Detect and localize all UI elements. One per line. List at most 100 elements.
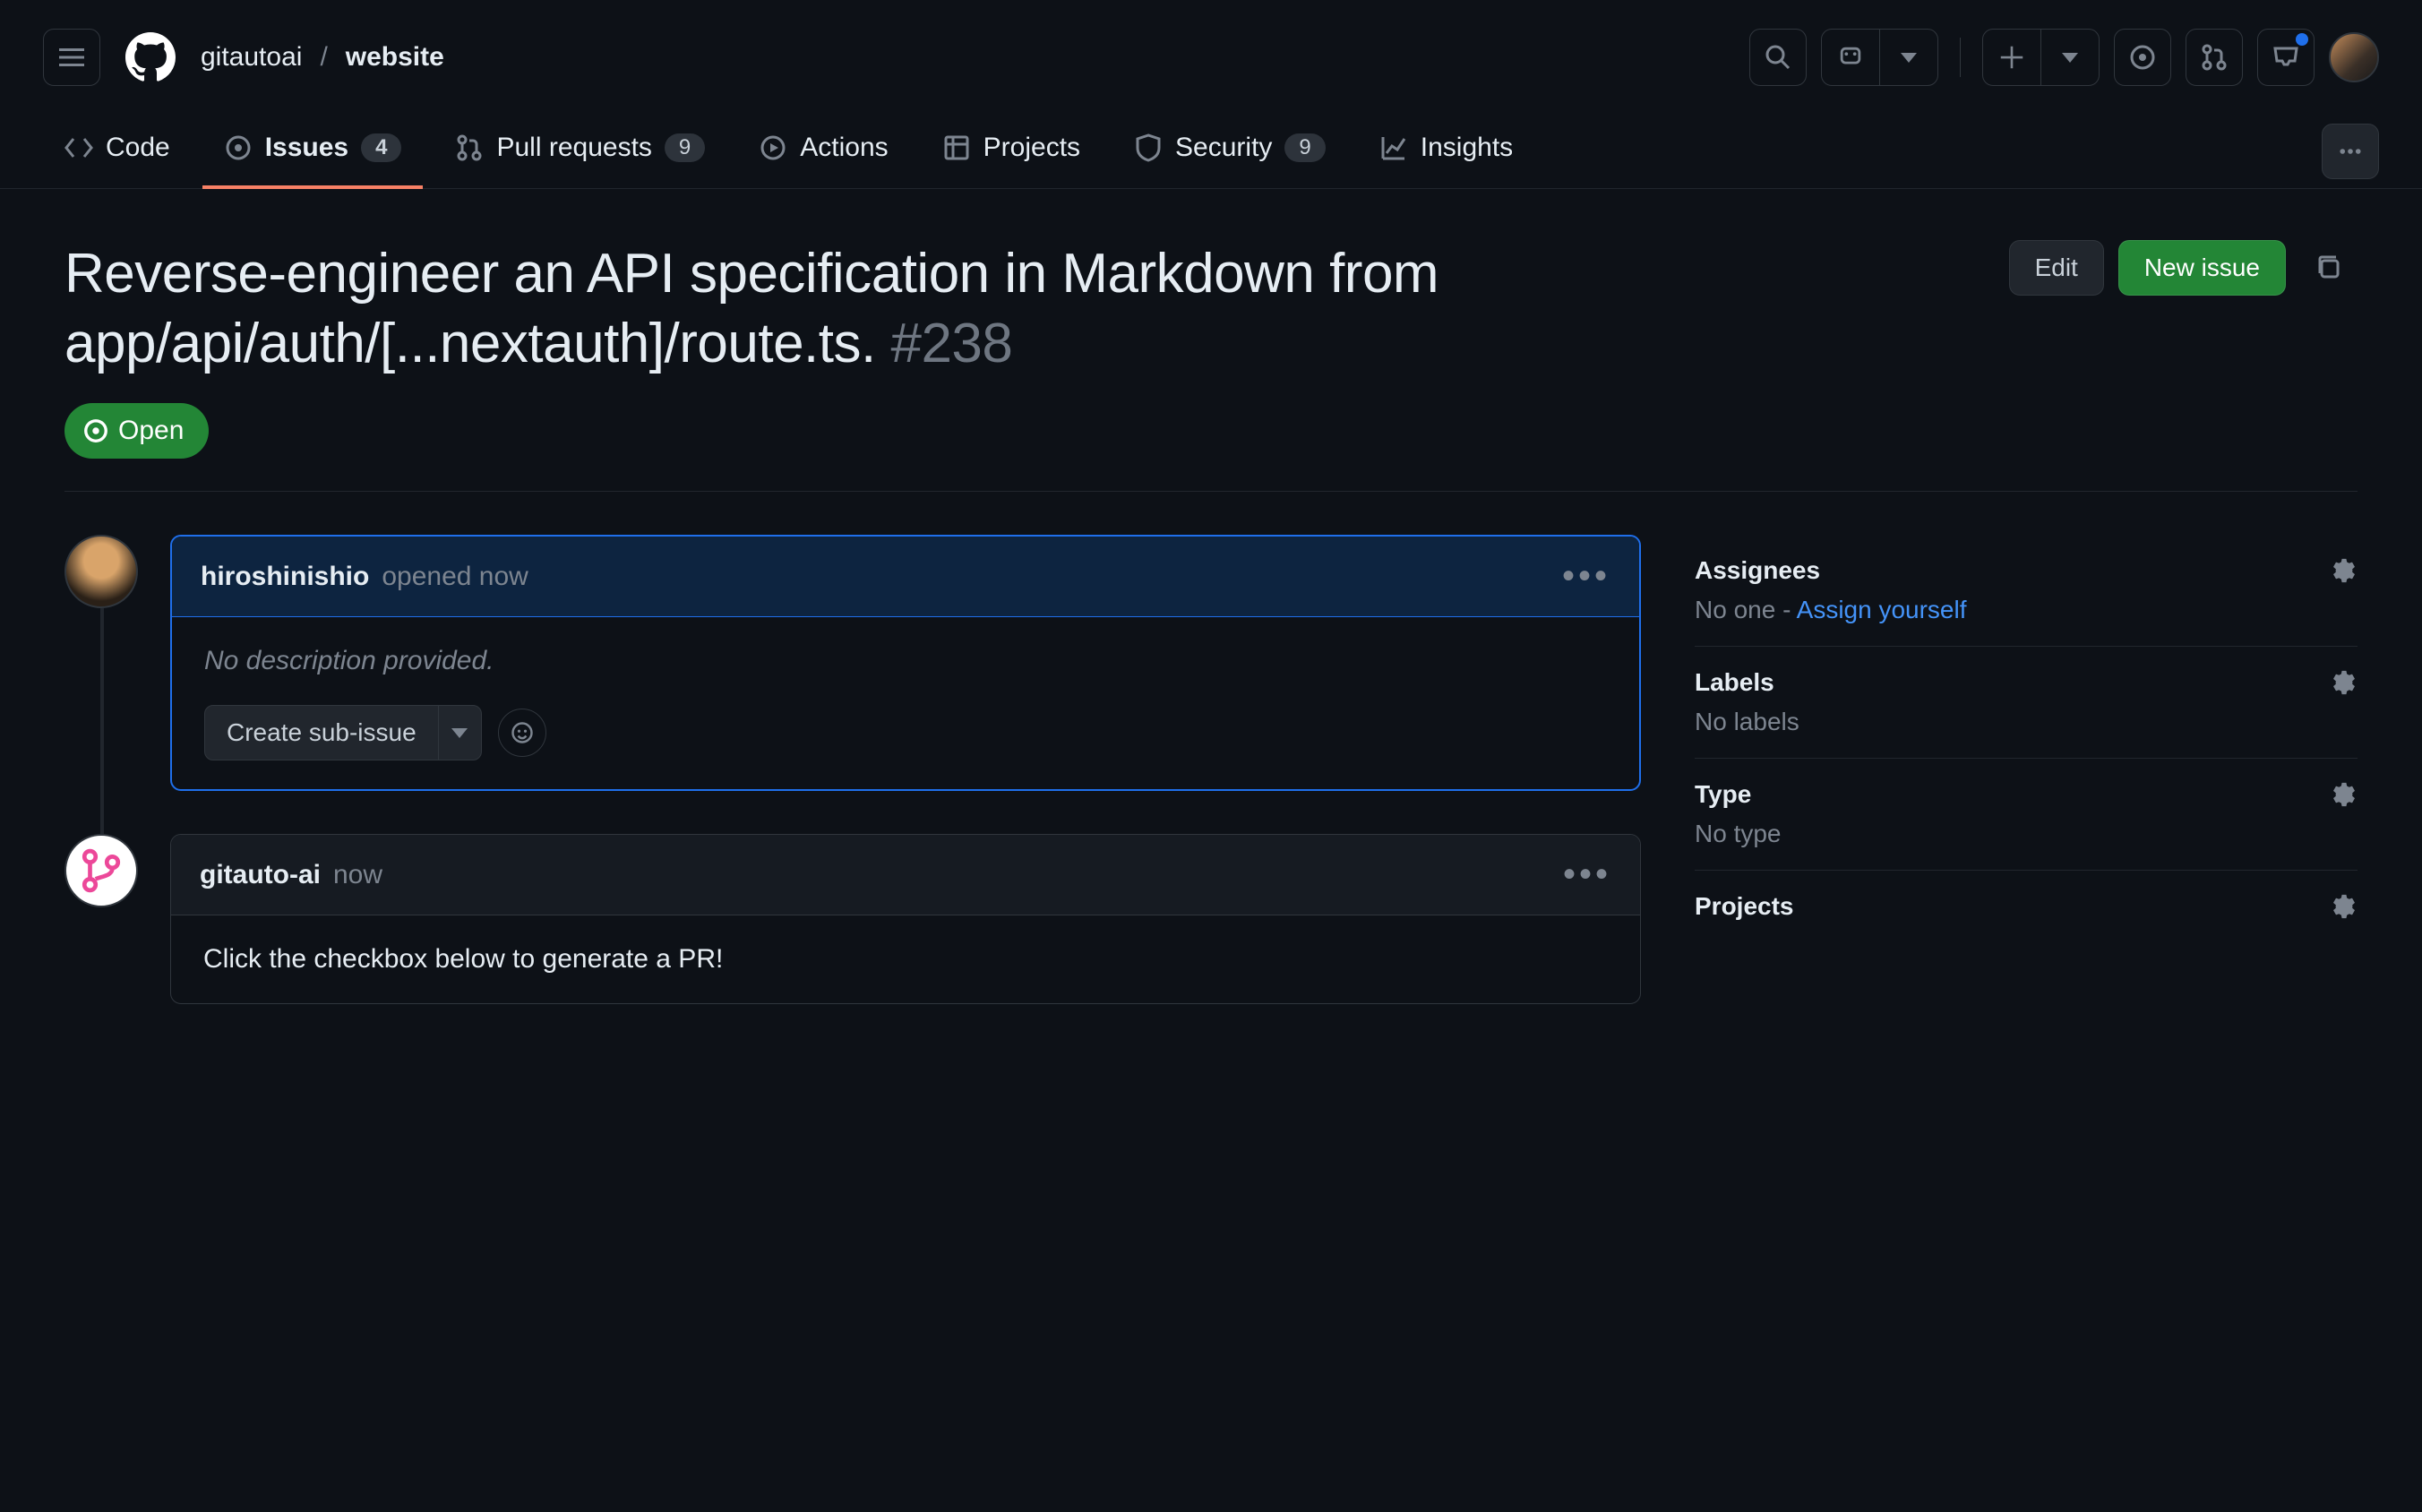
nav-security[interactable]: Security 9 (1112, 115, 1347, 188)
nav-insights-label: Insights (1421, 133, 1513, 163)
sidebar-projects: Projects (1695, 871, 2358, 953)
comment-author[interactable]: hiroshinishio (201, 562, 369, 592)
copilot-icon (1837, 44, 1864, 71)
copilot-button-group[interactable] (1821, 29, 1938, 86)
issue-state-badge: Open (64, 403, 209, 459)
hamburger-menu-button[interactable] (43, 29, 100, 86)
plus-icon (1999, 45, 2024, 70)
create-new-button-group[interactable] (1982, 29, 2100, 86)
nav-overflow-button[interactable] (2322, 124, 2379, 179)
sidebar-assignees: Assignees No one - Assign yourself (1695, 535, 2358, 647)
chevron-down-icon (1901, 53, 1917, 63)
comment-footer: Create sub-issue (172, 705, 1639, 789)
copilot-button[interactable] (1822, 30, 1879, 85)
sidebar-labels-text: No labels (1695, 708, 2358, 736)
edit-button[interactable]: Edit (2009, 240, 2104, 296)
comment-actions-menu[interactable]: ••• (1563, 855, 1611, 895)
play-icon (759, 133, 787, 162)
new-issue-button[interactable]: New issue (2118, 240, 2286, 296)
comment-1: hiroshinishio opened now ••• No descript… (64, 535, 1641, 791)
issue-state-label: Open (118, 416, 184, 446)
gear-icon[interactable] (2331, 669, 2358, 696)
create-new-dropdown[interactable] (2041, 30, 2099, 85)
nav-security-label: Security (1175, 133, 1272, 163)
smiley-icon (510, 720, 535, 745)
code-icon (64, 133, 93, 162)
chevron-down-icon (2062, 53, 2078, 63)
nav-pull-requests[interactable]: Pull requests 9 (434, 115, 726, 188)
comment-card: hiroshinishio opened now ••• No descript… (170, 535, 1641, 791)
github-mark-icon (125, 32, 176, 82)
create-new-button[interactable] (1983, 30, 2040, 85)
assign-yourself-link[interactable]: Assign yourself (1797, 596, 1967, 623)
create-sub-issue-dropdown[interactable] (438, 706, 481, 760)
hamburger-icon (57, 43, 86, 72)
sidebar-type-text: No type (1695, 820, 2358, 848)
nav-projects-label: Projects (983, 133, 1080, 163)
nav-issues-count: 4 (361, 133, 401, 162)
git-branch-icon (79, 848, 124, 893)
gear-icon[interactable] (2331, 781, 2358, 808)
sidebar-type-title: Type (1695, 780, 1751, 809)
nav-code-label: Code (106, 133, 170, 163)
search-icon (1764, 43, 1792, 72)
comment-header: gitauto-ai now ••• (171, 835, 1640, 915)
sidebar-assignees-title: Assignees (1695, 556, 1820, 585)
create-sub-issue-button[interactable]: Create sub-issue (204, 705, 482, 760)
comment-2: gitauto-ai now ••• Click the checkbox be… (64, 834, 1641, 1004)
search-button[interactable] (1749, 29, 1807, 86)
nav-code[interactable]: Code (43, 115, 192, 188)
inbox-icon (2272, 43, 2300, 72)
breadcrumb-sep: / (320, 42, 327, 73)
gear-icon[interactable] (2331, 557, 2358, 584)
discussion-thread: hiroshinishio opened now ••• No descript… (64, 535, 1641, 1004)
sidebar-projects-title: Projects (1695, 892, 1794, 921)
repo-nav: Code Issues 4 Pull requests 9 Actions Pr… (0, 107, 2422, 189)
shield-icon (1134, 133, 1163, 162)
pull-requests-menu-button[interactable] (2186, 29, 2243, 86)
sidebar-labels: Labels No labels (1695, 647, 2358, 759)
user-avatar[interactable] (2329, 32, 2379, 82)
sidebar-assignees-text: No one - (1695, 596, 1797, 623)
git-pull-request-icon (2200, 43, 2229, 72)
github-logo[interactable] (122, 29, 179, 86)
comment-author-avatar[interactable] (64, 834, 138, 907)
copilot-dropdown[interactable] (1880, 30, 1937, 85)
nav-projects[interactable]: Projects (921, 115, 1102, 188)
nav-actions-label: Actions (800, 133, 888, 163)
notifications-button[interactable] (2257, 29, 2315, 86)
comment-time: opened now (382, 562, 528, 592)
kebab-horizontal-icon (2338, 139, 2363, 164)
comment-card: gitauto-ai now ••• Click the checkbox be… (170, 834, 1641, 1004)
copy-link-button[interactable] (2300, 239, 2358, 296)
global-header: gitautoai / website (0, 0, 2422, 107)
breadcrumb: gitautoai / website (201, 42, 444, 73)
comment-author[interactable]: gitauto-ai (200, 860, 321, 890)
breadcrumb-owner[interactable]: gitautoai (201, 42, 302, 73)
issue-title-text: Reverse-engineer an API specification in… (64, 243, 1439, 374)
copy-icon (2315, 253, 2343, 282)
comment-time: now (333, 860, 382, 890)
nav-insights[interactable]: Insights (1358, 115, 1534, 188)
sidebar-labels-title: Labels (1695, 668, 1774, 697)
create-sub-issue-label: Create sub-issue (205, 706, 438, 760)
issue-open-icon (82, 417, 109, 444)
breadcrumb-repo[interactable]: website (346, 42, 444, 73)
nav-issues-label: Issues (265, 133, 348, 163)
comment-body: No description provided. (172, 617, 1639, 705)
comment-actions-menu[interactable]: ••• (1562, 556, 1610, 597)
comment-body: Click the checkbox below to generate a P… (171, 915, 1640, 1003)
sidebar-assignees-body: No one - Assign yourself (1695, 596, 2358, 624)
comment-author-avatar[interactable] (64, 535, 138, 608)
issue-title: Reverse-engineer an API specification in… (64, 239, 1988, 378)
comment-header: hiroshinishio opened now ••• (172, 537, 1639, 617)
add-reaction-button[interactable] (498, 709, 546, 757)
gear-icon[interactable] (2331, 893, 2358, 920)
issues-menu-button[interactable] (2114, 29, 2171, 86)
header-actions (1749, 29, 2379, 86)
issue-number: #238 (890, 313, 1012, 374)
nav-actions[interactable]: Actions (737, 115, 909, 188)
issue-dot-icon (2128, 43, 2157, 72)
nav-prs-count: 9 (665, 133, 705, 162)
nav-issues[interactable]: Issues 4 (202, 115, 424, 188)
